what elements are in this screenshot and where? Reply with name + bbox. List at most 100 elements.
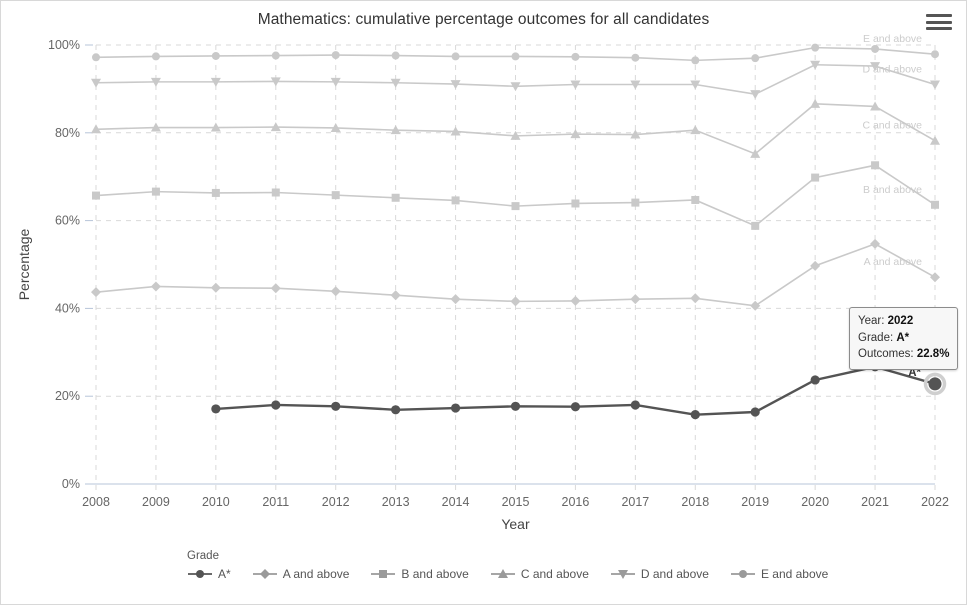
x-tick-label: 2011	[262, 495, 289, 509]
marker-diamond	[390, 290, 401, 301]
legend-item-label: D and above	[640, 567, 709, 581]
series-a-[interactable]	[211, 362, 940, 420]
series-right-label: B and above	[863, 184, 922, 196]
x-tick-label: 2009	[142, 495, 170, 509]
marker-circle	[631, 53, 640, 62]
marker-circle	[751, 54, 760, 63]
marker-circle	[690, 410, 700, 420]
marker-diamond	[870, 238, 881, 249]
marker-square	[391, 193, 400, 202]
marker-diamond	[150, 281, 161, 292]
x-tick-label: 2013	[382, 495, 410, 509]
y-tick-label: 0%	[62, 477, 80, 491]
tooltip-year-row: Year: 2022	[858, 313, 949, 330]
plot-area: 0% 20% 40% 60% 80% 100% 2008 2009 2010 2011 2012 20…	[1, 1, 966, 604]
x-tick-label: 2017	[621, 495, 649, 509]
marker-circle	[810, 375, 820, 385]
marker-circle	[391, 405, 401, 415]
tooltip-grade-label: Grade:	[858, 331, 894, 344]
marker-circle	[196, 570, 204, 578]
x-tick-label: 2016	[562, 495, 590, 509]
marker-diamond	[630, 294, 641, 305]
y-tick-label: 40%	[55, 301, 80, 315]
marker-square	[92, 191, 100, 200]
series-right-label: E and above	[863, 33, 922, 45]
y-tick-label: 60%	[55, 214, 80, 228]
marker-circle	[391, 51, 400, 60]
marker-square	[151, 187, 160, 196]
marker-triangle-down	[930, 80, 940, 90]
tooltip-outcomes-label: Outcomes:	[858, 348, 914, 361]
marker-circle	[211, 51, 220, 60]
marker-circle	[331, 401, 341, 411]
marker-circle	[811, 43, 820, 52]
marker-square	[511, 202, 520, 211]
marker-square	[631, 198, 640, 207]
marker-square	[331, 191, 340, 200]
marker-square	[931, 200, 939, 209]
legend-item-label: C and above	[520, 567, 589, 581]
y-axis-title: Percentage	[16, 228, 32, 300]
legend-item-label: A*	[218, 567, 231, 581]
tooltip-outcomes-row: Outcomes: 22.8%	[858, 346, 949, 363]
marker-circle	[570, 402, 581, 412]
tooltip-grade-value: A*	[896, 331, 910, 344]
legend-marker-triangle-down-icon	[610, 570, 635, 579]
legend-item-label: B and above	[401, 567, 469, 581]
legend-item-label: A and above	[282, 567, 350, 581]
marker-diamond	[750, 300, 761, 311]
marker-triangle-up	[930, 135, 940, 145]
x-tick-label: 2015	[502, 495, 530, 509]
marker-circle	[691, 56, 700, 65]
chart-app: Mathematics: cumulative percentage outco…	[0, 0, 967, 605]
legend-item-c-and-above[interactable]: C and above	[490, 567, 589, 581]
marker-circle	[571, 52, 580, 61]
x-tick-label: 2020	[801, 495, 829, 509]
highlight-point[interactable]	[928, 377, 942, 391]
marker-triangle-down	[750, 90, 761, 100]
marker-diamond	[810, 260, 821, 271]
y-tick-label: 100%	[48, 38, 80, 52]
marker-square	[811, 173, 820, 182]
legend-title: Grade	[187, 550, 219, 562]
x-tick-label: 2022	[921, 495, 949, 509]
marker-circle	[738, 570, 747, 578]
marker-diamond	[330, 286, 341, 297]
x-tick-label: 2019	[741, 495, 769, 509]
x-axis-title: Year	[501, 516, 530, 532]
marker-square	[211, 188, 220, 197]
series-right-label: D and above	[862, 64, 922, 76]
marker-circle	[271, 51, 280, 60]
marker-diamond	[91, 287, 101, 298]
marker-square	[691, 195, 700, 204]
marker-diamond	[570, 295, 581, 306]
marker-diamond	[450, 294, 461, 305]
legend-item-label: E and above	[760, 567, 829, 581]
tooltip: Year: 2022 Grade: A* Outcomes: 22.8%	[849, 307, 959, 371]
legend-item-e-and-above[interactable]: E and above	[730, 567, 828, 581]
series-right-label: A and above	[864, 256, 923, 268]
legend-item-a-[interactable]: A*	[187, 567, 231, 581]
marker-circle	[750, 407, 760, 417]
chart-svg: 0% 20% 40% 60% 80% 100% 2008 2009 2010 2011 2012 20…	[16, 33, 949, 532]
marker-circle	[92, 53, 100, 62]
y-tick-label: 80%	[55, 126, 80, 140]
marker-diamond	[210, 282, 221, 293]
marker-circle	[510, 401, 521, 411]
marker-circle	[931, 50, 939, 59]
legend-marker-triangle-up-icon	[490, 569, 515, 578]
legend-marker-square-icon	[371, 570, 396, 578]
y-tick-label: 20%	[55, 389, 80, 403]
legend-item-a-and-above[interactable]: A and above	[252, 567, 350, 581]
tooltip-outcomes-value: 22.8%	[916, 348, 950, 361]
x-tick-label: 2014	[442, 495, 470, 509]
legend-marker-diamond-icon	[252, 569, 277, 579]
marker-diamond	[259, 569, 270, 579]
series-right-label: C and above	[862, 120, 922, 132]
legend-item-b-and-above[interactable]: B and above	[370, 567, 469, 581]
legend-items: A* A and above B and above C and above D and…	[187, 567, 887, 581]
tooltip-year-value: 2022	[887, 315, 914, 327]
legend-item-d-and-above[interactable]: D and above	[610, 567, 709, 581]
marker-circle	[511, 52, 520, 61]
marker-circle	[451, 52, 460, 61]
